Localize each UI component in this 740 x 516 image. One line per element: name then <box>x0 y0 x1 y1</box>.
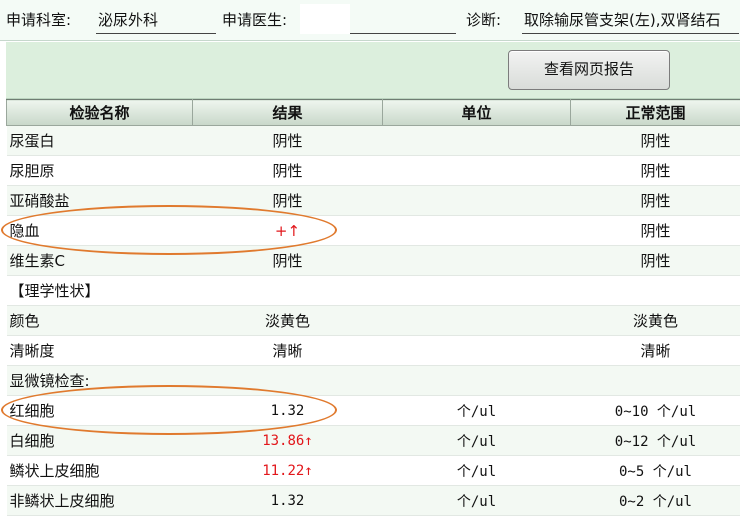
test-unit <box>383 186 571 216</box>
table-row[interactable]: 白细胞 13.86↑ 个/ul 0~12 个/ul <box>7 426 740 456</box>
table-row[interactable]: 鳞状上皮细胞 11.22↑ 个/ul 0~5 个/ul <box>7 456 740 486</box>
section-title: 【理学性状】 <box>7 276 193 306</box>
column-header-range[interactable]: 正常范围 <box>571 100 740 126</box>
table-row[interactable]: 尿胆原 阴性 阴性 <box>7 156 740 186</box>
test-unit <box>383 366 571 396</box>
test-unit <box>383 216 571 246</box>
view-web-report-button[interactable]: 查看网页报告 <box>508 50 670 90</box>
table-header-row: 检验名称 结果 单位 正常范围 <box>7 100 740 126</box>
test-range: 0~12 个/ul <box>571 426 740 456</box>
test-name: 隐血 <box>7 216 193 246</box>
department-field: 泌尿外科 <box>96 9 216 34</box>
test-unit: 个/ul <box>383 396 571 426</box>
test-range: 阴性 <box>571 216 740 246</box>
test-unit <box>383 306 571 336</box>
section-title: 显微镜检查: <box>7 366 193 396</box>
test-name: 颜色 <box>7 306 193 336</box>
table-row[interactable]: 颜色 淡黄色 淡黄色 <box>7 306 740 336</box>
test-range: 清晰 <box>571 336 740 366</box>
test-range: 0~10 个/ul <box>571 396 740 426</box>
table-row[interactable]: 非鳞状上皮细胞 1.32 个/ul 0~2 个/ul <box>7 486 740 516</box>
test-unit: 个/ul <box>383 456 571 486</box>
test-result <box>193 366 383 396</box>
table-row[interactable]: 红细胞 1.32 个/ul 0~10 个/ul <box>7 396 740 426</box>
toolbar: 查看网页报告 <box>6 42 740 99</box>
test-name: 鳞状上皮细胞 <box>7 456 193 486</box>
column-header-result[interactable]: 结果 <box>193 100 383 126</box>
test-result: 阴性 <box>193 186 383 216</box>
test-result-abnormal: 11.22↑ <box>193 456 383 486</box>
test-result: 清晰 <box>193 336 383 366</box>
table-row[interactable]: 隐血 +↑ 阴性 <box>7 216 740 246</box>
table-row[interactable]: 维生素C 阴性 阴性 <box>7 246 740 276</box>
test-name: 亚硝酸盐 <box>7 186 193 216</box>
test-result: 淡黄色 <box>193 306 383 336</box>
table-row[interactable]: 亚硝酸盐 阴性 阴性 <box>7 186 740 216</box>
test-range: 0~5 个/ul <box>571 456 740 486</box>
test-unit <box>383 246 571 276</box>
test-range: 阴性 <box>571 186 740 216</box>
test-result: 1.32 <box>193 396 383 426</box>
department-label: 申请科室: <box>6 9 71 30</box>
test-name: 非鳞状上皮细胞 <box>7 486 193 516</box>
redacted-block <box>300 4 350 34</box>
test-name: 清晰度 <box>7 336 193 366</box>
test-unit <box>383 156 571 186</box>
diagnosis-field: 取除输尿管支架(左),双肾结石 <box>522 9 739 34</box>
test-range: 阴性 <box>571 126 740 156</box>
test-unit <box>383 276 571 306</box>
test-name: 尿蛋白 <box>7 126 193 156</box>
column-header-name[interactable]: 检验名称 <box>7 100 193 126</box>
doctor-label: 申请医生: <box>222 9 287 30</box>
test-range: 阴性 <box>571 156 740 186</box>
test-name: 尿胆原 <box>7 156 193 186</box>
test-range <box>571 366 740 396</box>
test-unit <box>383 126 571 156</box>
test-unit: 个/ul <box>383 486 571 516</box>
test-result: 阴性 <box>193 246 383 276</box>
test-result: 阴性 <box>193 126 383 156</box>
test-unit: 个/ul <box>383 426 571 456</box>
doctor-field <box>350 9 456 34</box>
test-unit <box>383 336 571 366</box>
test-range: 0~2 个/ul <box>571 486 740 516</box>
table-row[interactable]: 尿蛋白 阴性 阴性 <box>7 126 740 156</box>
lab-results-table: 检验名称 结果 单位 正常范围 尿蛋白 阴性 阴性 尿胆原 阴性 阴性 亚硝酸盐… <box>6 99 740 516</box>
section-row: 【理学性状】 <box>7 276 740 306</box>
test-result-abnormal: 13.86↑ <box>193 426 383 456</box>
section-row: 显微镜检查: <box>7 366 740 396</box>
column-header-unit[interactable]: 单位 <box>383 100 571 126</box>
test-result: 1.32 <box>193 486 383 516</box>
test-range: 淡黄色 <box>571 306 740 336</box>
test-name: 白细胞 <box>7 426 193 456</box>
request-header: 申请科室: 泌尿外科 申请医生: 诊断: 取除输尿管支架(左),双肾结石 <box>0 0 740 41</box>
test-name: 红细胞 <box>7 396 193 426</box>
diagnosis-label: 诊断: <box>466 9 501 30</box>
table-row[interactable]: 清晰度 清晰 清晰 <box>7 336 740 366</box>
test-range <box>571 276 740 306</box>
test-result: 阴性 <box>193 156 383 186</box>
test-name: 维生素C <box>7 246 193 276</box>
test-result-abnormal: +↑ <box>193 216 383 246</box>
test-range: 阴性 <box>571 246 740 276</box>
test-result <box>193 276 383 306</box>
